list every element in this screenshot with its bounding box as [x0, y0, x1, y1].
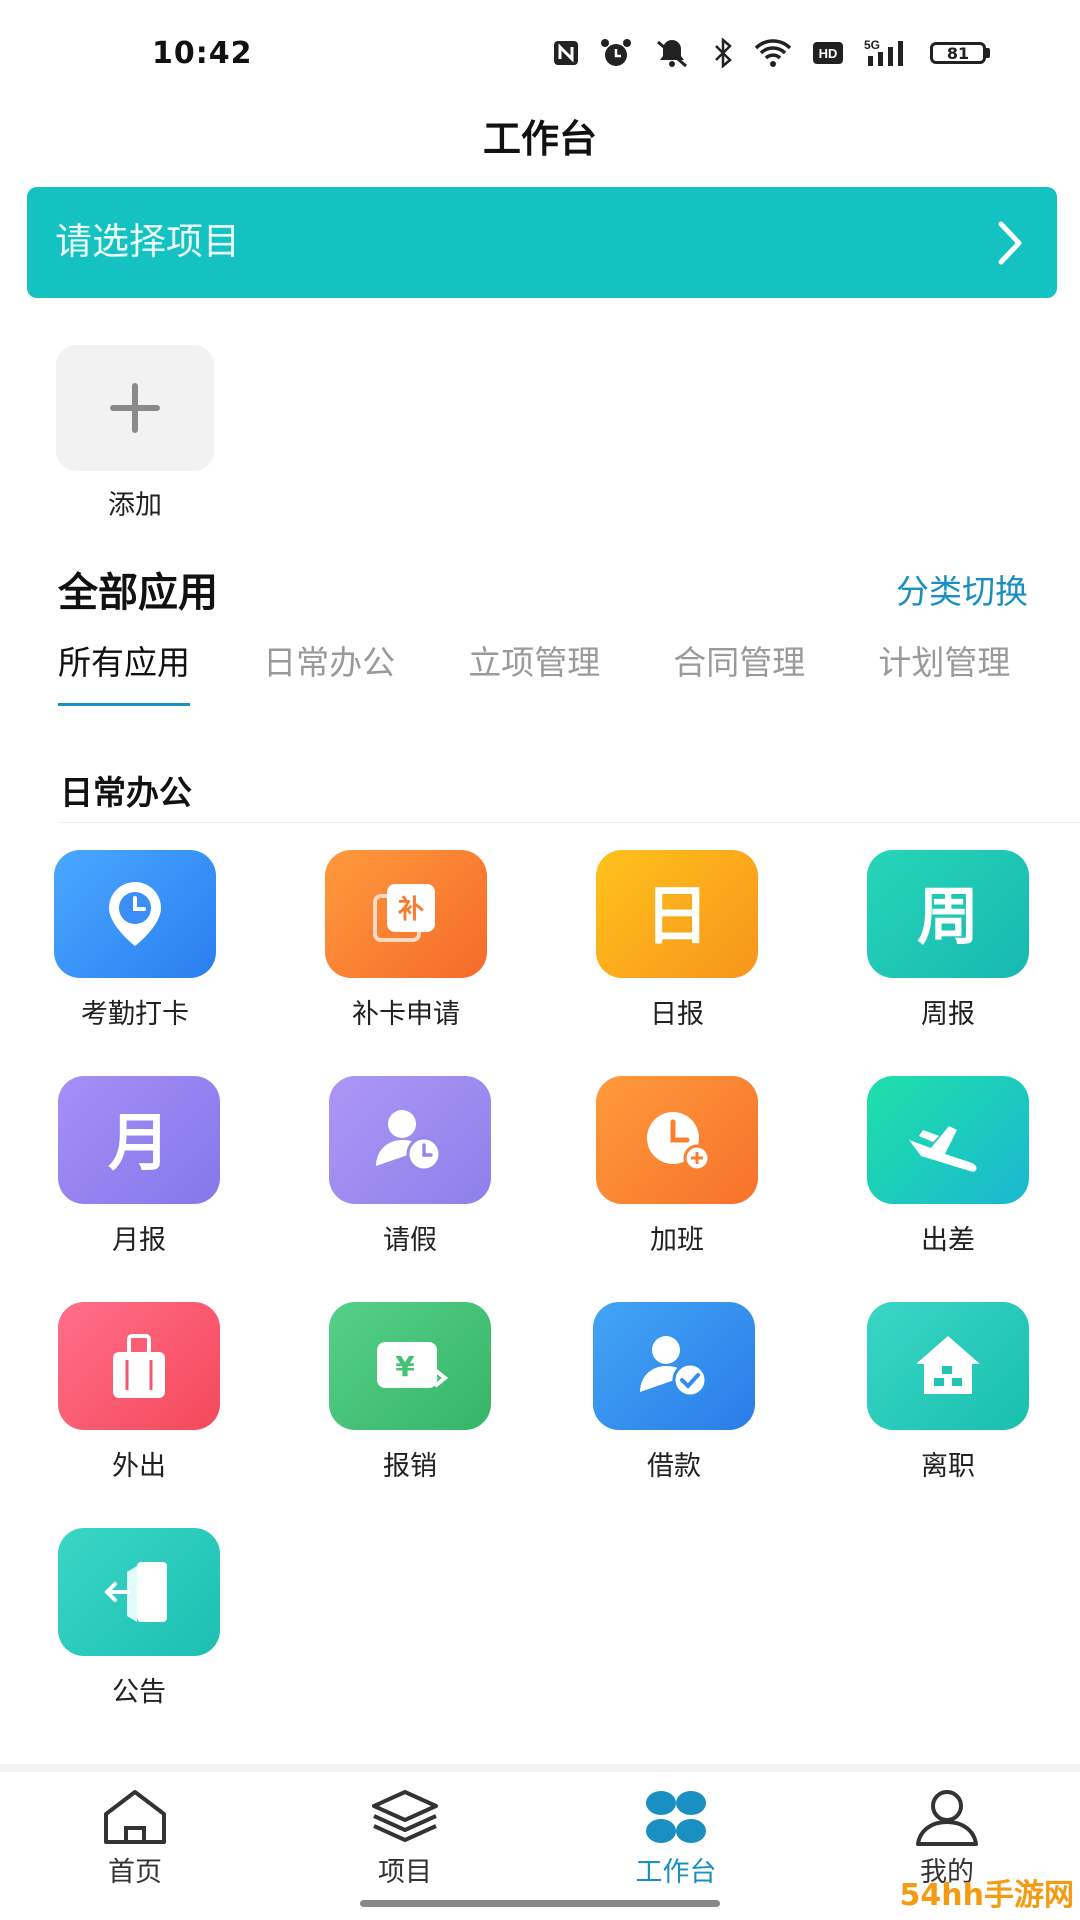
weekly-report-icon: 周 — [867, 850, 1029, 978]
clock-pin-icon — [54, 850, 216, 978]
nav-project[interactable]: 项目 — [315, 1788, 495, 1889]
battery-indicator: 81 — [930, 42, 990, 64]
app-monthly-report[interactable]: 月 月报 — [39, 1076, 239, 1257]
leave-user-clock-icon — [329, 1076, 491, 1204]
monthly-glyph: 月 — [108, 1106, 170, 1179]
app-overtime[interactable]: 加班 — [577, 1076, 777, 1257]
app-label: 外出 — [112, 1451, 166, 1482]
category-switch-link[interactable]: 分类切换 — [896, 565, 1028, 613]
app-resignation[interactable]: 离职 — [848, 1302, 1048, 1483]
app-weekly-report[interactable]: 周 周报 — [848, 850, 1048, 1031]
app-label: 离职 — [921, 1451, 975, 1482]
supplement-glyph: 补 — [398, 895, 424, 925]
app-go-out[interactable]: 外出 — [39, 1302, 239, 1483]
app-label: 日报 — [650, 999, 704, 1030]
announcement-door-icon — [58, 1528, 220, 1656]
battery-level: 81 — [946, 43, 970, 63]
monthly-report-icon: 月 — [58, 1076, 220, 1204]
status-icons: HD 5G 81 — [552, 38, 990, 68]
wifi-icon — [754, 39, 792, 67]
app-label: 周报 — [921, 999, 975, 1030]
project-selector[interactable]: 请选择项目 — [27, 187, 1057, 298]
tab-contract-management[interactable]: 合同管理 — [673, 636, 805, 706]
tab-all-apps[interactable]: 所有应用 — [58, 636, 190, 706]
loan-user-check-icon — [593, 1302, 755, 1430]
add-shortcut-box[interactable] — [56, 345, 214, 471]
app-business-trip[interactable]: 出差 — [848, 1076, 1048, 1257]
hd-icon: HD — [813, 42, 843, 64]
add-shortcut-button[interactable]: 添加 — [56, 345, 214, 522]
app-label: 公告 — [112, 1677, 166, 1708]
luggage-icon — [58, 1302, 220, 1430]
home-indicator[interactable] — [360, 1900, 720, 1907]
tab-project-setup[interactable]: 立项管理 — [468, 636, 600, 706]
resign-house-icon — [867, 1302, 1029, 1430]
airplane-icon — [867, 1076, 1029, 1204]
app-supplement-card[interactable]: 补 补卡申请 — [306, 850, 506, 1031]
chevron-right-icon — [998, 221, 1022, 264]
app-attendance-checkin[interactable]: 考勤打卡 — [35, 850, 235, 1031]
alarm-icon — [601, 39, 631, 66]
app-label: 补卡申请 — [352, 999, 460, 1030]
app-reimbursement[interactable]: ¥ 报销 — [310, 1302, 510, 1483]
mute-icon — [657, 40, 687, 68]
reimburse-yen-icon: ¥ — [329, 1302, 491, 1430]
page-title: 工作台 — [482, 117, 597, 161]
add-shortcut-label: 添加 — [108, 490, 162, 521]
category-tabs: 所有应用 日常办公 立项管理 合同管理 计划管理 — [58, 636, 1080, 706]
workbench-grid-icon — [646, 1791, 706, 1843]
layers-icon — [372, 1790, 438, 1842]
nav-label: 工作台 — [635, 1857, 717, 1888]
all-apps-header: 全部应用 分类切换 — [58, 560, 1028, 618]
app-label: 出差 — [921, 1225, 975, 1256]
watermark: 54hh手游网 — [899, 1878, 1074, 1913]
supplement-card-icon: 补 — [325, 850, 487, 978]
app-label: 加班 — [650, 1225, 704, 1256]
home-icon — [104, 1790, 166, 1844]
nav-label: 项目 — [378, 1857, 432, 1888]
app-daily-report[interactable]: 日 日报 — [577, 850, 777, 1031]
app-label: 报销 — [383, 1451, 437, 1482]
network-label: 5G — [864, 38, 880, 52]
divider — [60, 822, 1080, 823]
tab-plan-management[interactable]: 计划管理 — [878, 636, 1010, 706]
app-leave-request[interactable]: 请假 — [310, 1076, 510, 1257]
nfc-icon — [554, 41, 578, 65]
weekly-glyph: 周 — [917, 880, 979, 953]
hd-label: HD — [819, 46, 838, 61]
app-label: 月报 — [112, 1225, 166, 1256]
group-title: 日常办公 — [60, 773, 192, 812]
daily-glyph: 日 — [645, 880, 709, 954]
app-announcement[interactable]: 公告 — [39, 1528, 239, 1709]
app-label: 请假 — [383, 1225, 437, 1256]
app-label: 考勤打卡 — [81, 999, 189, 1030]
user-icon — [916, 1790, 978, 1846]
nav-label: 首页 — [108, 1857, 162, 1888]
plus-icon — [110, 383, 160, 433]
tab-daily-office[interactable]: 日常办公 — [263, 636, 395, 706]
project-selector-placeholder: 请选择项目 — [55, 219, 240, 263]
all-apps-title: 全部应用 — [58, 570, 218, 616]
app-label: 借款 — [647, 1451, 701, 1482]
bluetooth-icon — [715, 38, 732, 68]
nav-workbench[interactable]: 工作台 — [586, 1788, 766, 1889]
nav-home[interactable]: 首页 — [45, 1788, 225, 1889]
overtime-clock-icon — [596, 1076, 758, 1204]
status-bar: 10:42 HD 5G 81 — [0, 0, 1080, 110]
yen-glyph: ¥ — [395, 1350, 415, 1383]
app-loan[interactable]: 借款 — [574, 1302, 774, 1483]
daily-report-icon: 日 — [596, 850, 758, 978]
signal-5g-icon: 5G — [864, 38, 903, 66]
status-time: 10:42 — [152, 36, 253, 71]
